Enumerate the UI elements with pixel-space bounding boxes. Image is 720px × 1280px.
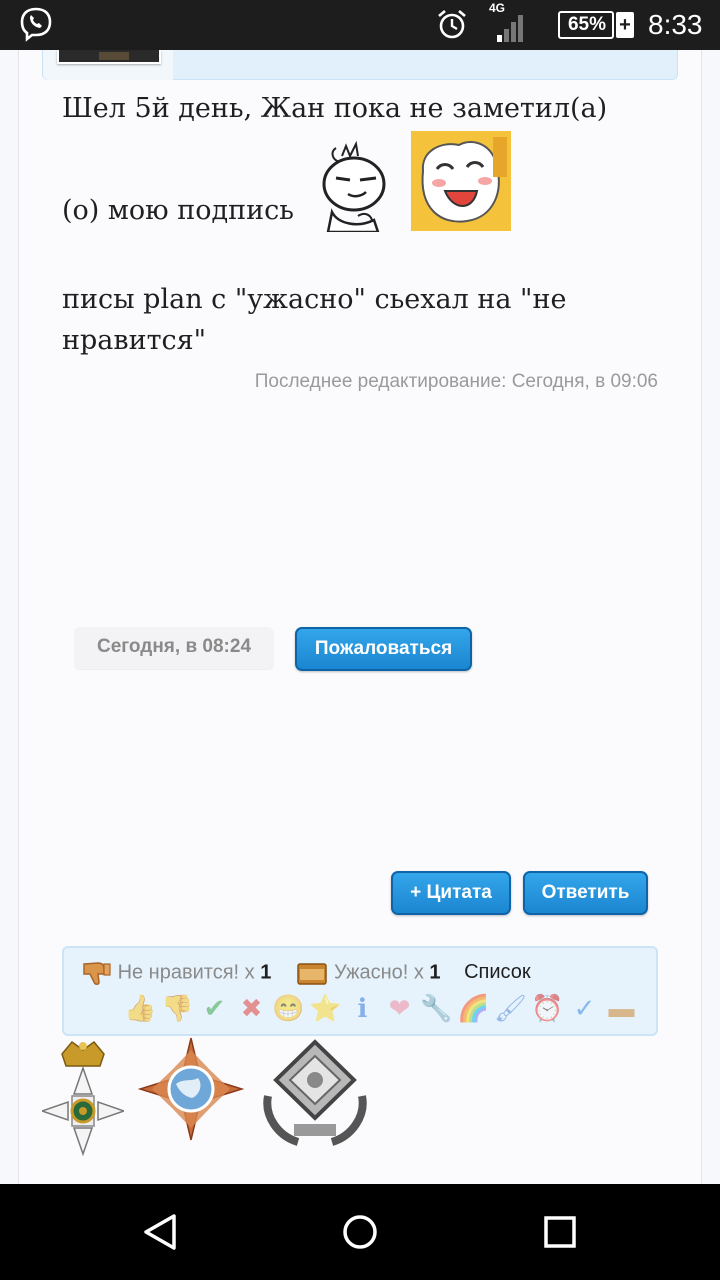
reaction-count: 1 — [260, 961, 272, 984]
thumbs-down-icon — [83, 962, 111, 985]
post-text-line-3: писы plan с "ужасно" сьехал на "не нрави… — [62, 284, 567, 356]
reaction-label: Ужасно! x — [334, 961, 424, 984]
reaction-picker: 👍 👎 ✔ ✖ 😁 ⭐ ℹ ❤ 🔧 🌈 🖌 ⏰ ✓ ▬ — [124, 992, 638, 1024]
last-edited-note: Последнее редактирование: Сегодня, в 09:… — [254, 371, 658, 392]
battery-percent: 65% — [567, 14, 607, 35]
post-text-line-2: (о) мою подпись — [62, 195, 294, 226]
report-button[interactable]: Пожаловаться — [295, 627, 472, 671]
silver-laurel-award-icon[interactable] — [258, 1036, 372, 1146]
recents-icon[interactable] — [538, 1210, 582, 1254]
reaction-count: 1 — [429, 961, 441, 984]
reply-button[interactable]: Ответить — [523, 871, 648, 915]
home-icon[interactable] — [338, 1210, 382, 1254]
globe-star-award-icon[interactable] — [138, 1036, 244, 1142]
back-icon[interactable] — [138, 1210, 182, 1254]
smirk-smiley-icon — [322, 140, 386, 232]
love-icon[interactable]: ❤ — [383, 992, 416, 1024]
alarm-icon — [438, 10, 466, 39]
late-icon[interactable]: ⏰ — [531, 992, 564, 1024]
reaction-label: Не нравится! x — [117, 961, 255, 984]
like-icon[interactable]: 👍 — [124, 992, 157, 1024]
funny-icon[interactable]: 😁 — [272, 992, 305, 1024]
post-text-line-1: Шел 5й день, Жан пока не заметил(а) — [62, 93, 608, 124]
status-bar: 4G 65% + 8:33 — [0, 0, 720, 50]
order-cross-award-icon[interactable] — [42, 1036, 124, 1156]
navigation-bar — [0, 1184, 720, 1280]
creative-icon[interactable]: 🌈 — [457, 992, 490, 1024]
disagree-icon[interactable]: ✖ — [235, 992, 268, 1024]
reactions-list-link[interactable]: Список — [464, 961, 531, 983]
happy-cat-sticker-icon — [411, 131, 511, 231]
agree-icon[interactable]: ✔ — [198, 992, 231, 1024]
useful-icon[interactable]: 🔧 — [420, 992, 453, 1024]
box-icon — [297, 963, 328, 985]
clock: 8:33 — [648, 9, 703, 40]
terrible-icon[interactable]: ▬ — [605, 992, 638, 1024]
battery-icon: 65% + — [558, 10, 634, 40]
reaction-summary: Не нравится! x 1 Ужасно! x 1 Список — [80, 960, 531, 985]
awards-row — [42, 1036, 382, 1156]
artistic-icon[interactable]: 🖌 — [494, 992, 527, 1024]
quote-button[interactable]: + Цитата — [391, 871, 511, 915]
winner-icon[interactable]: ⭐ — [309, 992, 342, 1024]
reactions-panel: Не нравится! x 1 Ужасно! x 1 Список 👍 👎 … — [62, 946, 658, 1036]
viber-icon — [20, 7, 52, 42]
charging-indicator: + — [616, 12, 634, 38]
avatar[interactable] — [57, 50, 161, 64]
signal-icon — [497, 15, 523, 42]
author-avatar-box — [43, 50, 173, 80]
post-date[interactable]: Сегодня, в 08:24 — [74, 627, 274, 669]
author-panel — [42, 50, 678, 80]
dislike-icon[interactable]: 👎 — [161, 992, 194, 1024]
spelling-icon[interactable]: ✓ — [568, 992, 601, 1024]
informative-icon[interactable]: ℹ — [346, 992, 379, 1024]
